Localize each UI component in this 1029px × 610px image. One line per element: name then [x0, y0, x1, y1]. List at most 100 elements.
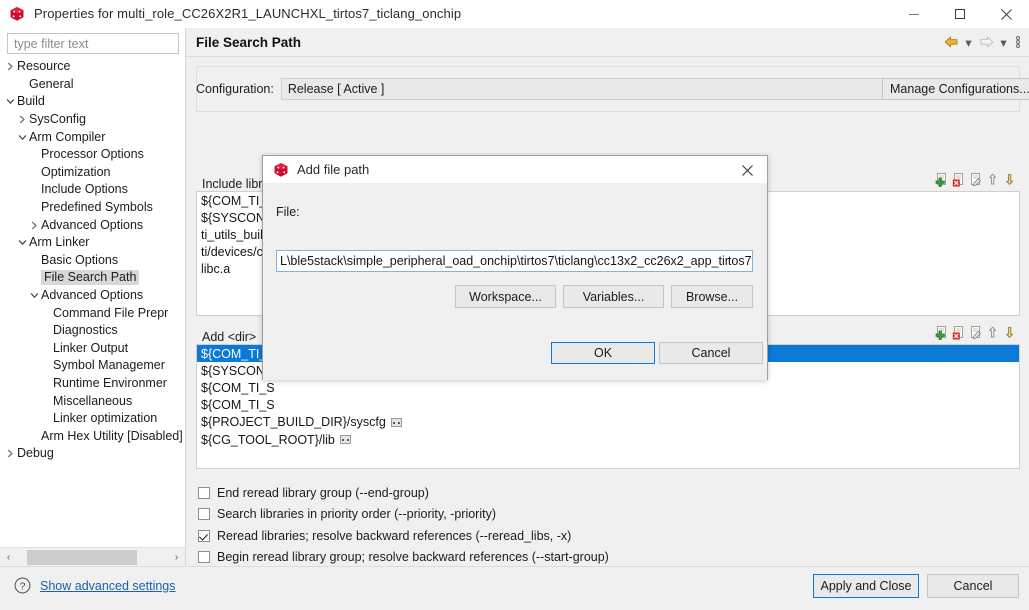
- chevron-down-icon[interactable]: [16, 133, 29, 142]
- scroll-left-arrow[interactable]: ‹: [0, 548, 17, 567]
- variables-button[interactable]: Variables...: [563, 285, 664, 308]
- library-delete-icon[interactable]: [952, 171, 967, 187]
- tree-item-label: Processor Options: [41, 147, 144, 162]
- tree-item-runtime-environmer[interactable]: Runtime Environmer: [0, 375, 185, 393]
- tree-horizontal-scrollbar[interactable]: ‹ ›: [0, 547, 185, 566]
- filter-input[interactable]: type filter text: [7, 33, 179, 54]
- scrollbar-track[interactable]: [17, 548, 168, 567]
- list-item[interactable]: ${COM_TI_S: [197, 397, 1019, 414]
- searchpath-move-down-icon[interactable]: [1003, 324, 1018, 340]
- searchpath-edit-icon[interactable]: [969, 324, 984, 340]
- tree-item-advanced-options[interactable]: Advanced Options: [0, 216, 185, 234]
- cancel-button[interactable]: Cancel: [927, 574, 1019, 598]
- checkbox-input[interactable]: [198, 487, 210, 499]
- library-edit-icon[interactable]: [969, 171, 984, 187]
- tree-item-resource[interactable]: Resource: [0, 58, 185, 76]
- tree-item-basic-options[interactable]: Basic Options: [0, 252, 185, 270]
- dialog-close-button[interactable]: [727, 156, 767, 184]
- ccs-cube-icon: [273, 162, 289, 178]
- tree-item-label: Arm Hex Utility [Disabled]: [41, 429, 183, 444]
- forward-history-caret[interactable]: ▾: [997, 32, 1010, 52]
- searchpath-move-up-icon[interactable]: [986, 324, 1001, 340]
- configuration-label: Configuration:: [196, 82, 274, 96]
- list-item[interactable]: ${CG_TOOL_ROOT}/lib: [197, 431, 1019, 448]
- apply-and-close-button[interactable]: Apply and Close: [813, 574, 919, 598]
- tree-item-label: Command File Prepr: [53, 306, 168, 321]
- back-arrow-icon[interactable]: [941, 32, 961, 52]
- close-button[interactable]: [983, 0, 1029, 28]
- help-question-icon[interactable]: ?: [14, 577, 31, 597]
- library-move-down-icon[interactable]: [1003, 171, 1018, 187]
- tree-item-advanced-options[interactable]: Advanced Options: [0, 287, 185, 305]
- tree-item-label: Arm Compiler: [29, 130, 105, 145]
- tree-item-processor-options[interactable]: Processor Options: [0, 146, 185, 164]
- browse-button[interactable]: Browse...: [671, 285, 753, 308]
- tree-item-include-options[interactable]: Include Options: [0, 181, 185, 199]
- configuration-row: Configuration: Release [ Active ] ˇ: [196, 78, 957, 100]
- tree-item-label: Runtime Environmer: [53, 376, 167, 391]
- checkbox-input[interactable]: [198, 551, 210, 563]
- tree-item-general[interactable]: General: [0, 76, 185, 94]
- dir-section-label: Add <dir>: [202, 330, 256, 344]
- page-navigation-toolbar: ▾ ▾: [941, 32, 1025, 52]
- library-section-toolbar: [935, 171, 1018, 187]
- show-advanced-settings-link[interactable]: Show advanced settings: [40, 579, 176, 593]
- tree-item-command-file-prepr[interactable]: Command File Prepr: [0, 304, 185, 322]
- library-add-icon[interactable]: [935, 171, 950, 187]
- file-path-input[interactable]: L\ble5stack\simple_peripheral_oad_onchip…: [276, 250, 753, 272]
- library-move-up-icon[interactable]: [986, 171, 1001, 187]
- minimize-button[interactable]: [891, 0, 937, 28]
- maximize-button[interactable]: [937, 0, 983, 28]
- checkbox-input[interactable]: [198, 530, 210, 542]
- dialog-content: File: L\ble5stack\simple_peripheral_oad_…: [263, 184, 767, 352]
- tree-item-diagnostics[interactable]: Diagnostics: [0, 322, 185, 340]
- tree-item-label: Debug: [17, 446, 54, 461]
- tree-item-sysconfig[interactable]: SysConfig: [0, 111, 185, 129]
- chevron-down-icon[interactable]: [4, 97, 17, 106]
- list-item[interactable]: ${COM_TI_S: [197, 379, 1019, 396]
- checkbox-row[interactable]: Search libraries in priority order (--pr…: [198, 504, 609, 526]
- chevron-down-icon[interactable]: [28, 291, 41, 300]
- dialog-cancel-button[interactable]: Cancel: [659, 342, 763, 364]
- tree-item-label: Linker optimization: [53, 411, 157, 426]
- configuration-select[interactable]: Release [ Active ] ˇ: [281, 78, 957, 100]
- tree-item-file-search-path[interactable]: File Search Path: [0, 269, 185, 287]
- forward-arrow-icon[interactable]: [976, 32, 996, 52]
- tree-item-linker-output[interactable]: Linker Output: [0, 340, 185, 358]
- settings-tree[interactable]: ResourceGeneralBuild SysConfigArm Compile…: [0, 58, 185, 563]
- checkbox-row[interactable]: End reread library group (--end-group): [198, 482, 609, 504]
- searchpath-add-icon[interactable]: [935, 324, 950, 340]
- chevron-down-icon[interactable]: [16, 238, 29, 247]
- checkbox-row[interactable]: Reread libraries; resolve backward refer…: [198, 525, 609, 547]
- tree-item-linker-optimization[interactable]: Linker optimization: [0, 410, 185, 428]
- chevron-right-icon[interactable]: [28, 221, 41, 230]
- ok-button[interactable]: OK: [551, 342, 655, 364]
- tree-item-miscellaneous[interactable]: Miscellaneous: [0, 392, 185, 410]
- view-menu-icon[interactable]: [1011, 32, 1025, 52]
- page-header: File Search Path ▾ ▾: [186, 28, 1029, 57]
- tree-item-optimization[interactable]: Optimization: [0, 164, 185, 182]
- list-item[interactable]: ${PROJECT_BUILD_DIR}/syscfg: [197, 414, 1019, 431]
- chevron-right-icon[interactable]: [4, 449, 17, 458]
- chevron-right-icon[interactable]: [16, 115, 29, 124]
- tree-item-arm-compiler[interactable]: Arm Compiler: [0, 128, 185, 146]
- back-history-caret[interactable]: ▾: [962, 32, 975, 52]
- tree-item-build[interactable]: Build: [0, 93, 185, 111]
- workspace-button[interactable]: Workspace...: [455, 285, 556, 308]
- manage-configurations-button[interactable]: Manage Configurations...: [882, 78, 1029, 100]
- tree-item-label: Advanced Options: [41, 218, 143, 233]
- scrollbar-thumb[interactable]: [27, 550, 137, 565]
- tree-item-label: Build: [17, 94, 45, 109]
- scroll-right-arrow[interactable]: ›: [168, 548, 185, 567]
- tree-item-arm-hex-utility-disabled[interactable]: Arm Hex Utility [Disabled]: [0, 427, 185, 445]
- tree-item-arm-linker[interactable]: Arm Linker: [0, 234, 185, 252]
- filter-placeholder: type filter text: [14, 37, 88, 51]
- checkbox-row[interactable]: Begin reread library group; resolve back…: [198, 547, 609, 569]
- tree-item-predefined-symbols[interactable]: Predefined Symbols: [0, 199, 185, 217]
- searchpath-delete-icon[interactable]: [952, 324, 967, 340]
- chevron-right-icon[interactable]: [4, 62, 17, 71]
- dir-section-toolbar: [935, 324, 1018, 340]
- tree-item-debug[interactable]: Debug: [0, 445, 185, 463]
- tree-item-symbol-managemer[interactable]: Symbol Managemer: [0, 357, 185, 375]
- checkbox-input[interactable]: [198, 508, 210, 520]
